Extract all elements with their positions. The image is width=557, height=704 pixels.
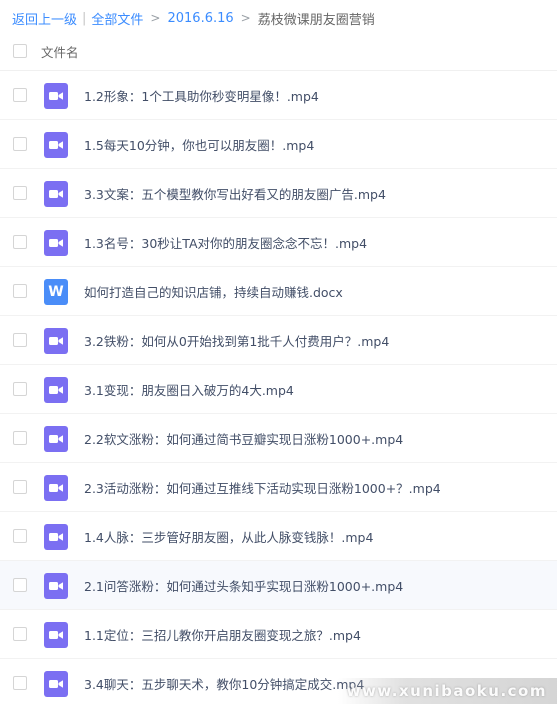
file-row[interactable]: 1.1定位：三招儿教你开启朋友圈变现之旅？.mp4 <box>0 610 557 659</box>
breadcrumb: 返回上一级 | 全部文件 > 2016.6.16 > 荔枝微课朋友圈营销 <box>12 8 375 28</box>
file-name-link[interactable]: 1.2形象：1个工具助你秒变明星像！.mp4 <box>84 86 319 105</box>
file-row[interactable]: 3.1变现：朋友圈日入破万的4大.mp4 <box>0 365 557 414</box>
file-row[interactable]: 1.4人脉：三步管好朋友圈，从此人脉变钱脉！.mp4 <box>0 512 557 561</box>
site-watermark: www.xunibaoku.com <box>338 678 557 704</box>
file-row[interactable]: 3.3文案：五个模型教你写出好看又的朋友圈广告.mp4 <box>0 169 557 218</box>
video-file-icon <box>44 671 68 697</box>
row-checkbox[interactable] <box>13 676 27 690</box>
video-file-icon <box>44 230 68 256</box>
row-checkbox[interactable] <box>13 578 27 592</box>
video-file-icon <box>44 475 68 501</box>
file-name-link[interactable]: 1.4人脉：三步管好朋友圈，从此人脉变钱脉！.mp4 <box>84 527 373 546</box>
breadcrumb-folder[interactable]: 2016.6.16 <box>167 11 233 26</box>
breadcrumb-arrow-icon: > <box>240 11 251 25</box>
file-row[interactable]: 1.5每天10分钟，你也可以朋友圈！.mp4 <box>0 120 557 169</box>
file-name-link[interactable]: 1.3名号：30秒让TA对你的朋友圈念念不忘！.mp4 <box>84 233 367 252</box>
file-row[interactable]: 2.2软文涨粉：如何通过简书豆瓣实现日涨粉1000+.mp4 <box>0 414 557 463</box>
file-browser-page: 返回上一级 | 全部文件 > 2016.6.16 > 荔枝微课朋友圈营销 文件名… <box>0 0 557 704</box>
row-checkbox[interactable] <box>13 284 27 298</box>
video-file-icon <box>44 573 68 599</box>
row-checkbox[interactable] <box>13 88 27 102</box>
row-checkbox[interactable] <box>13 333 27 347</box>
file-name-link[interactable]: 3.4聊天：五步聊天术，教你10分钟搞定成交.mp4 <box>84 674 364 693</box>
breadcrumb-separator: | <box>82 10 87 26</box>
video-file-icon <box>44 524 68 550</box>
back-link[interactable]: 返回上一级 <box>12 9 77 28</box>
breadcrumb-all-files[interactable]: 全部文件 <box>91 9 143 28</box>
column-header-filename[interactable]: 文件名 <box>41 42 79 61</box>
file-list-header: 文件名 <box>0 32 557 71</box>
word-icon-letter: W <box>48 284 64 300</box>
row-checkbox[interactable] <box>13 186 27 200</box>
select-all-checkbox[interactable] <box>13 44 27 58</box>
file-row[interactable]: 1.2形象：1个工具助你秒变明星像！.mp4 <box>0 71 557 120</box>
video-file-icon <box>44 377 68 403</box>
file-name-link[interactable]: 2.2软文涨粉：如何通过简书豆瓣实现日涨粉1000+.mp4 <box>84 429 403 448</box>
breadcrumb-current-folder: 荔枝微课朋友圈营销 <box>257 12 375 28</box>
file-name-link[interactable]: 1.5每天10分钟，你也可以朋友圈！.mp4 <box>84 135 314 154</box>
file-row[interactable]: 1.3名号：30秒让TA对你的朋友圈念念不忘！.mp4 <box>0 218 557 267</box>
file-name-link[interactable]: 2.1问答涨粉：如何通过头条知乎实现日涨粉1000+.mp4 <box>84 576 403 595</box>
row-checkbox[interactable] <box>13 382 27 396</box>
file-name-link[interactable]: 2.3活动涨粉：如何通过互推线下活动实现日涨粉1000+？.mp4 <box>84 478 441 497</box>
file-name-link[interactable]: 3.1变现：朋友圈日入破万的4大.mp4 <box>84 380 294 399</box>
video-file-icon <box>44 622 68 648</box>
row-checkbox[interactable] <box>13 480 27 494</box>
video-file-icon <box>44 181 68 207</box>
file-row[interactable]: 2.1问答涨粉：如何通过头条知乎实现日涨粉1000+.mp4 <box>0 561 557 610</box>
file-row[interactable]: 3.2铁粉：如何从0开始找到第1批千人付费用户？.mp4 <box>0 316 557 365</box>
video-file-icon <box>44 132 68 158</box>
file-name-link[interactable]: 1.1定位：三招儿教你开启朋友圈变现之旅？.mp4 <box>84 625 361 644</box>
row-checkbox[interactable] <box>13 529 27 543</box>
breadcrumb-arrow-icon: > <box>150 11 161 25</box>
file-name-link[interactable]: 3.2铁粉：如何从0开始找到第1批千人付费用户？.mp4 <box>84 331 389 350</box>
video-file-icon <box>44 83 68 109</box>
file-row[interactable]: W 如何打造自己的知识店铺，持续自动赚钱.docx <box>0 267 557 316</box>
file-row[interactable]: 2.3活动涨粉：如何通过互推线下活动实现日涨粉1000+？.mp4 <box>0 463 557 512</box>
row-checkbox[interactable] <box>13 627 27 641</box>
row-checkbox[interactable] <box>13 235 27 249</box>
video-file-icon <box>44 426 68 452</box>
file-name-link[interactable]: 3.3文案：五个模型教你写出好看又的朋友圈广告.mp4 <box>84 184 386 203</box>
word-file-icon: W <box>44 279 68 305</box>
row-checkbox[interactable] <box>13 137 27 151</box>
file-name-link[interactable]: 如何打造自己的知识店铺，持续自动赚钱.docx <box>84 282 343 301</box>
row-checkbox[interactable] <box>13 431 27 445</box>
video-file-icon <box>44 328 68 354</box>
